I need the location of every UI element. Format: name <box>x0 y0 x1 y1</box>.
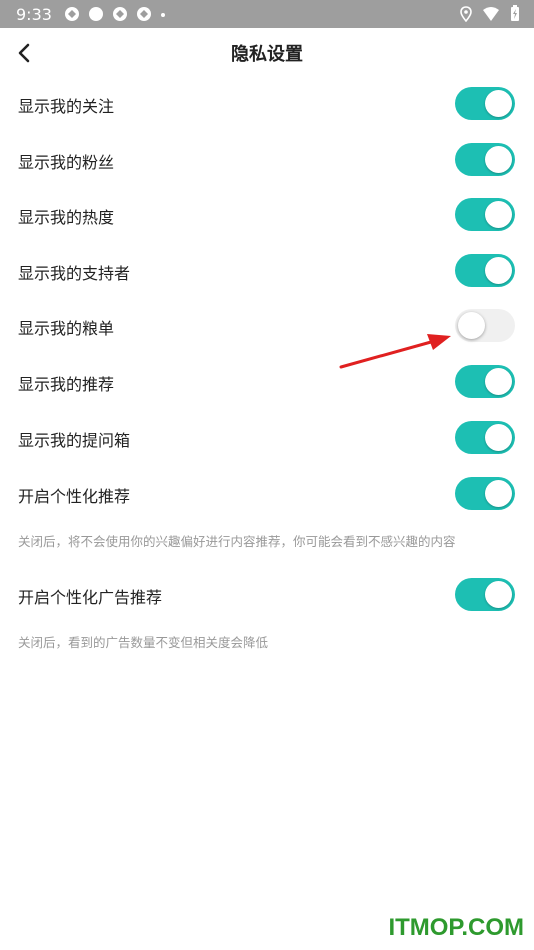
setting-row-fans: 显示我的粉丝 <box>0 140 534 180</box>
wifi-icon <box>483 6 499 21</box>
sync-icon <box>64 7 79 21</box>
toggle-knob <box>485 424 512 451</box>
setting-label: 开启个性化推荐 <box>18 487 131 506</box>
setting-label: 显示我的热度 <box>18 208 115 227</box>
circle-icon <box>88 7 103 21</box>
toggle-switch-heat[interactable] <box>455 198 515 231</box>
watermark-logo: ITMOP.COM <box>388 914 524 941</box>
battery-icon <box>511 5 519 21</box>
toggle-knob <box>485 146 512 173</box>
toggle-switch-supporters[interactable] <box>455 254 515 287</box>
setting-row-personalized: 开启个性化推荐 <box>0 474 534 514</box>
toggle-knob <box>485 480 512 507</box>
page-title: 隐私设置 <box>231 44 303 65</box>
setting-label: 显示我的推荐 <box>18 375 115 394</box>
setting-row-following: 显示我的关注 <box>0 84 534 124</box>
toggle-switch-following[interactable] <box>455 87 515 120</box>
setting-label: 开启个性化广告推荐 <box>18 588 163 607</box>
hint-personalized-ads: 关闭后，看到的广告数量不变但相关度会降低 <box>18 635 269 650</box>
setting-row-personalized-ads: 开启个性化广告推荐 <box>0 575 534 615</box>
toggle-switch-recommend[interactable] <box>455 365 515 398</box>
toggle-switch-list[interactable] <box>455 309 515 342</box>
setting-label: 显示我的粮单 <box>18 319 115 338</box>
status-icons-right <box>460 5 520 22</box>
setting-label: 显示我的支持者 <box>18 264 131 283</box>
toggle-switch-fans[interactable] <box>455 143 515 176</box>
toggle-knob <box>485 201 512 228</box>
toggle-knob <box>458 312 485 339</box>
toggle-knob <box>485 368 512 395</box>
toggle-knob <box>485 581 512 608</box>
status-time: 9:33 <box>16 4 52 24</box>
red-arrow-annotation <box>339 334 451 369</box>
setting-row-heat: 显示我的热度 <box>0 195 534 235</box>
toggle-switch-personalized-ads[interactable] <box>455 578 515 611</box>
status-bar: 9:33 <box>0 0 534 28</box>
sync-icon <box>112 7 127 21</box>
setting-label: 显示我的关注 <box>18 97 115 116</box>
hint-personalized: 关闭后，将不会使用你的兴趣偏好进行内容推荐，你可能会看到不感兴趣的内容 <box>18 534 456 549</box>
setting-row-question-box: 显示我的提问箱 <box>0 418 534 458</box>
setting-row-supporters: 显示我的支持者 <box>0 251 534 291</box>
toggle-knob <box>485 257 512 284</box>
location-icon <box>460 5 472 22</box>
toggle-switch-question-box[interactable] <box>455 421 515 454</box>
setting-label: 显示我的提问箱 <box>18 431 131 450</box>
status-icons-left <box>64 6 166 22</box>
toggle-knob <box>485 90 512 117</box>
dot-icon <box>160 13 165 17</box>
toggle-switch-personalized[interactable] <box>455 477 515 510</box>
header: 隐私设置 <box>0 28 534 78</box>
sync-icon <box>136 7 151 21</box>
setting-label: 显示我的粉丝 <box>18 153 115 172</box>
